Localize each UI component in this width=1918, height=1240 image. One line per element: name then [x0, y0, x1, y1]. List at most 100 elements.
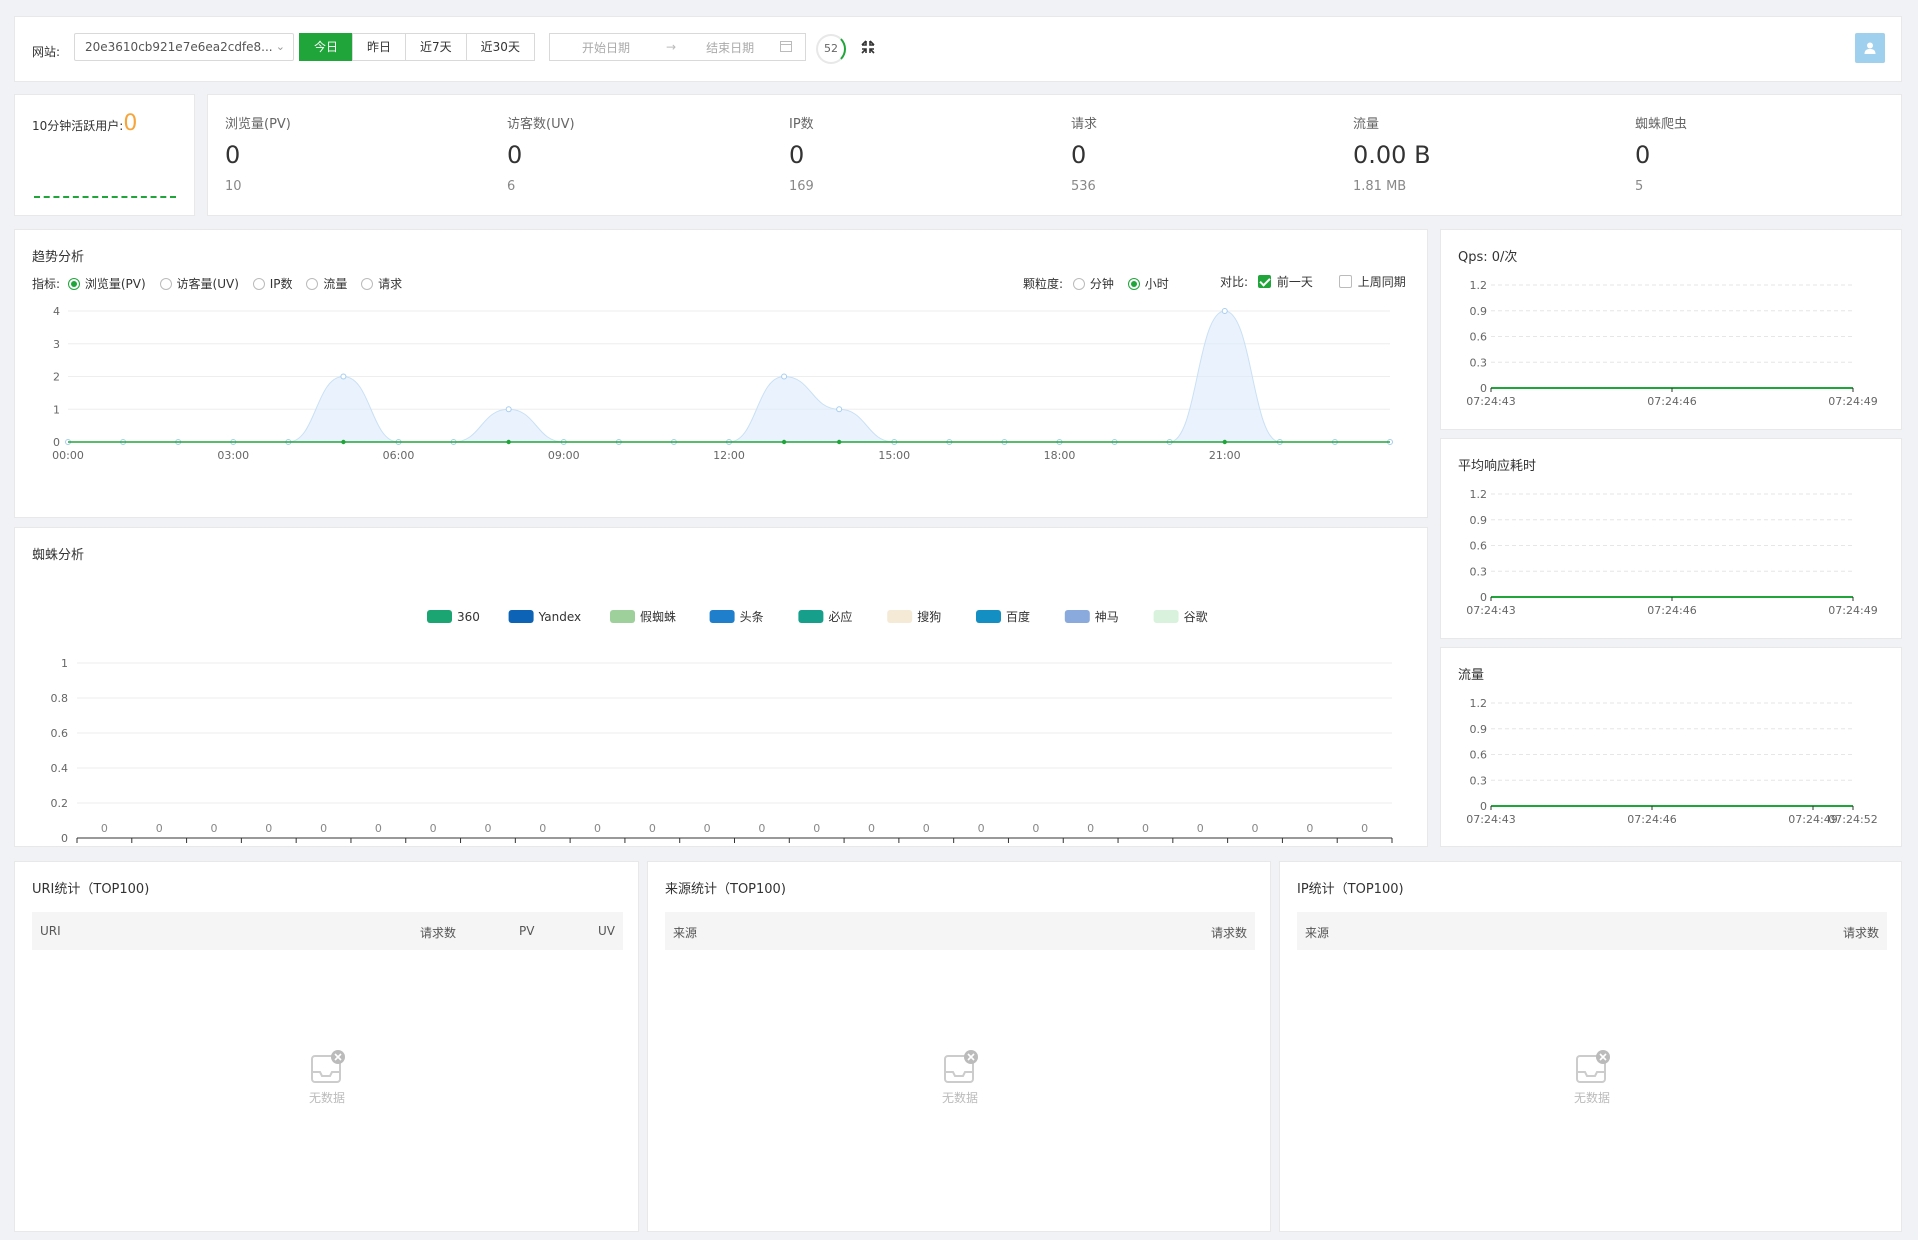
- stat-requests: 请求 0 536: [1071, 113, 1331, 194]
- y-tick-label: 0.6: [1470, 749, 1488, 762]
- column-header[interactable]: 来源: [673, 924, 697, 941]
- x-tick-label: 12:00: [713, 449, 745, 462]
- x-tick-label: 07:24:43: [1466, 813, 1515, 826]
- column-header[interactable]: UV: [598, 924, 615, 938]
- compare-option-label: 前一天: [1276, 275, 1313, 289]
- legend-label: 神马: [1095, 610, 1119, 624]
- stat-title: 蜘蛛爬虫: [1635, 117, 1688, 132]
- start-date-input[interactable]: 开始日期: [582, 39, 630, 56]
- spider-chart: 360 Yandex 假蜘蛛 头条 必应 搜狗 百度 神马 谷歌00.20.40.60.810 0…: [51, 609, 1393, 846]
- column-header[interactable]: 请求数: [420, 924, 456, 941]
- radio-icon: [1072, 278, 1085, 290]
- page-scrollbar[interactable]: [1908, 0, 1918, 1240]
- granularity-minute[interactable]: 分钟: [1072, 275, 1114, 292]
- empty-box-icon: [1576, 1050, 1610, 1083]
- stat-previous: 536: [1071, 179, 1096, 194]
- stat-title: IP数: [789, 117, 814, 132]
- trend-analysis-card: 趋势分析 指标: 浏览量(PV) 访客量(UV) IP数 流量 请求 颗粒度: …: [14, 229, 1428, 518]
- y-tick-label: 0.9: [1470, 305, 1488, 318]
- compare-label: 对比:: [1220, 275, 1249, 289]
- x-tick-label: 14:00: [856, 845, 888, 846]
- response-time-card: 平均响应耗时 0 0.3 0.6 0.9 1.2 07:24:43 07:24:46 07:2…: [1440, 438, 1902, 639]
- y-tick-label: 1.2: [1470, 697, 1488, 710]
- metric-option-label: 访客量(UV): [176, 277, 239, 291]
- date-range-picker[interactable]: 开始日期 → 结束日期: [549, 33, 806, 61]
- empty-state: 无数据: [277, 1050, 377, 1106]
- legend-swatch: [709, 610, 735, 623]
- ip-stats-card: IP统计（TOP100) 来源 请求数 无数据: [1279, 861, 1902, 1232]
- compare-last-week[interactable]: 上周同期: [1338, 273, 1406, 290]
- stat-traffic: 流量 0.00 B 1.81 MB: [1353, 113, 1613, 194]
- end-date-input[interactable]: 结束日期: [706, 39, 754, 56]
- fullscreen-icon[interactable]: [861, 39, 875, 58]
- range-7days-button[interactable]: 近7天: [405, 33, 467, 61]
- ip-table-header: 来源 请求数: [1297, 912, 1887, 950]
- x-tick-label: 23:00: [1349, 845, 1381, 846]
- radio-icon: [306, 278, 319, 290]
- data-label: 0: [320, 822, 327, 835]
- site-select[interactable]: 20e3610cb921e7e6ea2cdfe8... ⌄: [74, 33, 294, 61]
- y-tick-label: 0.6: [1470, 331, 1488, 344]
- date-range-tabs: 今日 昨日 近7天 近30天: [299, 33, 535, 61]
- y-tick-label: 0.8: [51, 692, 69, 705]
- user-avatar[interactable]: [1855, 33, 1885, 63]
- data-label: 0: [1197, 822, 1204, 835]
- stat-value: 0: [789, 141, 805, 169]
- data-label: 0: [375, 822, 382, 835]
- site-select-value: 20e3610cb921e7e6ea2cdfe8...: [85, 40, 273, 54]
- x-tick-label: 15:00: [910, 845, 942, 846]
- stat-spiders: 蜘蛛爬虫 0 5: [1635, 113, 1895, 194]
- radio-icon: [252, 278, 265, 290]
- metric-option-pv[interactable]: 浏览量(PV): [67, 275, 146, 292]
- data-point-pv: [1222, 439, 1227, 445]
- stat-pv: 浏览量(PV) 0 10: [225, 113, 485, 194]
- legend-swatch: [427, 610, 452, 623]
- metric-option-ip[interactable]: IP数: [252, 275, 292, 292]
- x-tick-label: 16:00: [965, 845, 997, 846]
- x-tick-label: 15:00: [878, 449, 910, 462]
- column-header[interactable]: 来源: [1305, 924, 1329, 941]
- metric-option-traffic[interactable]: 流量: [306, 275, 347, 292]
- metric-option-uv[interactable]: 访客量(UV): [159, 275, 239, 292]
- y-tick-label: 0.4: [51, 762, 69, 775]
- y-tick-label: 0.2: [51, 797, 69, 810]
- granularity-selector: 颗粒度: 分钟 小时: [1023, 275, 1179, 292]
- y-tick-label: 0: [61, 832, 68, 845]
- range-30days-button[interactable]: 近30天: [465, 33, 535, 61]
- data-point-previous-day: [1221, 308, 1228, 314]
- column-header[interactable]: URI: [40, 924, 61, 938]
- uri-stats-title: URI统计（TOP100): [32, 882, 150, 897]
- compare-option-label: 上周同期: [1357, 275, 1406, 289]
- data-label: 0: [539, 822, 546, 835]
- x-tick-label: 03:00: [217, 449, 249, 462]
- stat-title: 访客数(UV): [507, 117, 575, 132]
- metric-selector: 指标: 浏览量(PV) 访客量(UV) IP数 流量 请求: [32, 275, 412, 292]
- x-tick-label: 08:00: [527, 845, 559, 846]
- range-yesterday-button[interactable]: 昨日: [352, 33, 407, 61]
- stat-previous: 169: [789, 179, 814, 194]
- refresh-countdown[interactable]: 52: [816, 34, 846, 64]
- uri-table-header: URI 请求数 PV UV: [32, 912, 623, 950]
- compare-previous-day[interactable]: 前一天: [1257, 273, 1313, 290]
- source-stats-card: 来源统计（TOP100) 来源 请求数 无数据: [647, 861, 1271, 1232]
- legend-swatch: [1153, 610, 1179, 623]
- data-label: 0: [1032, 822, 1039, 835]
- x-tick-label: 07:24:52: [1828, 813, 1877, 826]
- column-header[interactable]: 请求数: [1843, 924, 1879, 941]
- y-tick-label: 3: [53, 338, 60, 351]
- checkbox-checked-icon: [1257, 275, 1271, 288]
- legend-swatch: [798, 610, 824, 623]
- y-tick-label: 4: [53, 305, 60, 318]
- column-header[interactable]: PV: [519, 924, 534, 938]
- data-point-previous-day: [781, 373, 788, 380]
- y-tick-label: 0.9: [1470, 514, 1488, 527]
- top-toolbar: 网站: 20e3610cb921e7e6ea2cdfe8... ⌄ 今日 昨日 …: [14, 16, 1902, 82]
- granularity-hour[interactable]: 小时: [1127, 275, 1169, 292]
- qps-chart: 0 0.3 0.6 0.9 1.2 07:24:43 07:24:46 07:24:49: [1466, 279, 1877, 408]
- y-tick-label: 0: [53, 436, 60, 449]
- metric-option-requests[interactable]: 请求: [361, 275, 402, 292]
- column-header[interactable]: 请求数: [1211, 924, 1247, 941]
- range-today-button[interactable]: 今日: [299, 33, 354, 61]
- y-tick-label: 1: [61, 657, 68, 670]
- calendar-icon: [780, 40, 793, 55]
